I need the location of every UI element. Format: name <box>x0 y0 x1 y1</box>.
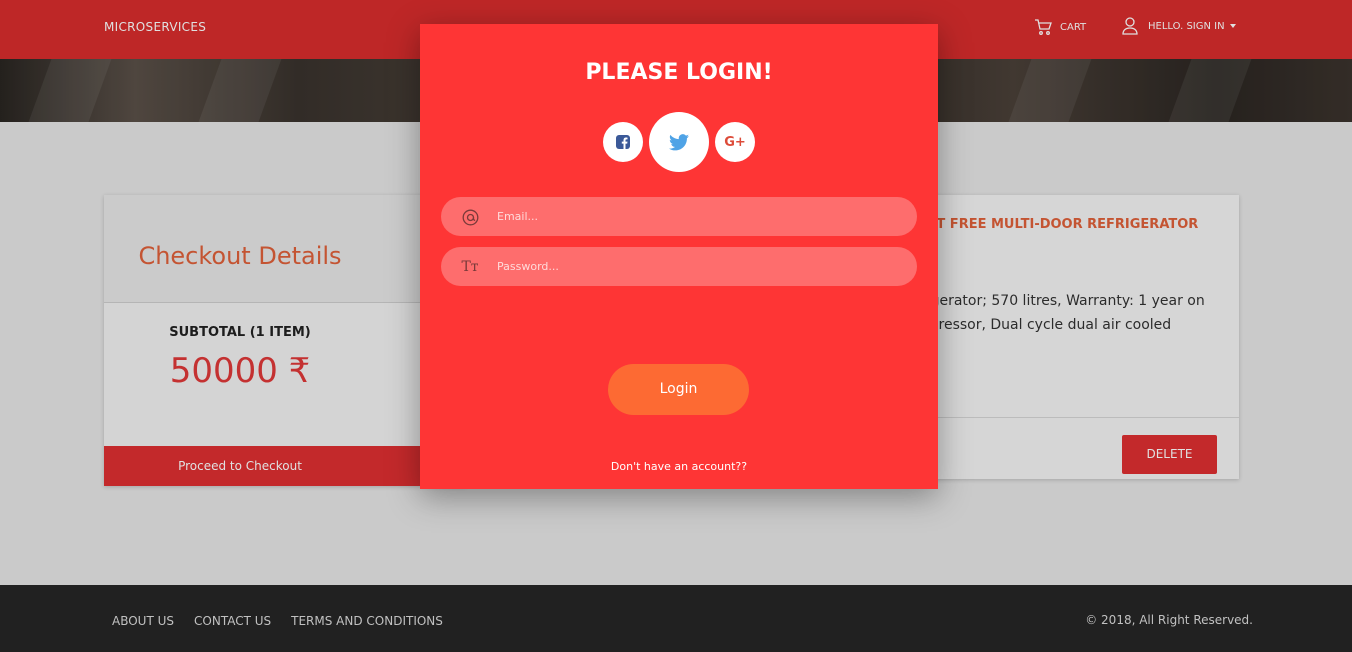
twitter-login-button[interactable] <box>649 112 709 172</box>
facebook-icon <box>616 135 630 149</box>
text-format-icon: Tт <box>461 259 479 275</box>
at-sign-icon <box>460 207 480 227</box>
signup-link[interactable]: Don't have an account?? <box>420 460 938 473</box>
google-plus-login-button[interactable]: G+ <box>715 122 755 162</box>
facebook-login-button[interactable] <box>603 122 643 162</box>
login-modal: PLEASE LOGIN! G+ Tт Login Don't have an … <box>420 24 938 489</box>
login-button[interactable]: Login <box>608 364 749 415</box>
modal-title: PLEASE LOGIN! <box>585 60 773 85</box>
password-input[interactable] <box>497 247 897 286</box>
email-input[interactable] <box>497 197 897 236</box>
google-plus-icon: G+ <box>724 134 746 150</box>
email-field[interactable] <box>441 197 917 236</box>
twitter-icon <box>669 133 689 150</box>
password-field[interactable]: Tт <box>441 247 917 286</box>
